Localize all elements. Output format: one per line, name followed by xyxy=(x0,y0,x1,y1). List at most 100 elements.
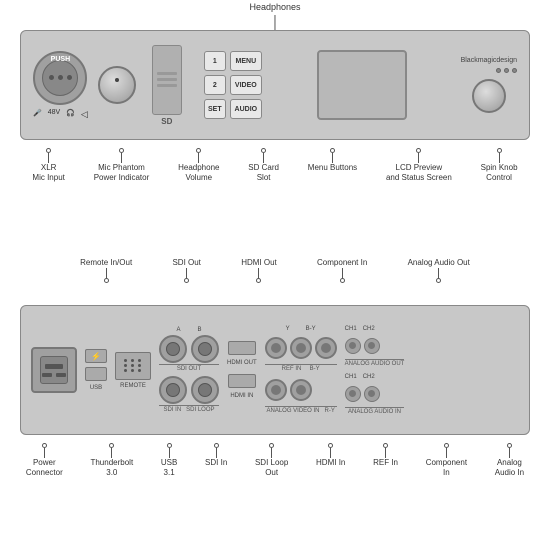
xlr-section: PUSH 🎤 48V 🎧 ◁ xyxy=(33,51,88,120)
label-spin-knob: Spin KnobControl xyxy=(481,148,518,184)
bmd-dots xyxy=(496,68,517,73)
thunderbolt-icon: ⚡ xyxy=(91,352,101,361)
sd-stripe xyxy=(157,78,177,81)
hdmi-in-port xyxy=(228,374,256,388)
xlr-inner xyxy=(42,60,78,96)
remote-label: REMOTE xyxy=(120,383,146,389)
ref-in-label: REF IN B-Y xyxy=(265,364,337,372)
middle-labels-row: Remote In/Out SDI Out HDMI Out Component… xyxy=(0,258,550,283)
sdi-out-label: SDI OUT xyxy=(159,364,219,372)
sdi-port-in xyxy=(159,376,187,404)
volume-knob-section xyxy=(98,66,136,104)
sd-stripe xyxy=(157,72,177,75)
ch2-in-label: CH2 xyxy=(363,374,375,380)
audio-in-ch1 xyxy=(345,386,361,402)
remote-dots xyxy=(124,359,143,372)
ch2-out-label: CH2 xyxy=(363,326,375,332)
usb-label: USB xyxy=(90,385,102,391)
component-y-port xyxy=(290,337,312,359)
thunderbolt-port: ⚡ xyxy=(85,349,107,363)
right-section: Blackmagicdesign xyxy=(461,57,517,113)
spin-knob[interactable] xyxy=(472,79,506,113)
mic-icon: 🎤 xyxy=(33,109,42,120)
label-thunderbolt: Thunderbolt3.0 xyxy=(90,443,133,479)
audio-out-ch2 xyxy=(364,338,380,354)
top-panel: PUSH 🎤 48V 🎧 ◁ xyxy=(20,30,530,140)
button-menu[interactable]: MENU xyxy=(230,51,262,71)
diagram-container: Headphones PUSH 🎤 48V 🎧 ◁ xyxy=(0,0,550,550)
sdi-out-row xyxy=(159,335,219,363)
label-component-in-b: ComponentIn xyxy=(426,443,467,479)
label-analog-audio-in: AnalogAudio In xyxy=(495,443,524,479)
button-row-3: SET AUDIO xyxy=(204,99,262,119)
button-video[interactable]: VIDEO xyxy=(230,75,262,95)
label-phantom: Mic PhantomPower Indicator xyxy=(94,148,150,184)
bmd-dot xyxy=(512,68,517,73)
label-analog-audio-out: Analog Audio Out xyxy=(408,258,470,283)
label-ref-in: REF In xyxy=(373,443,398,479)
sdi-a-label: A xyxy=(176,327,180,333)
audio-in-row xyxy=(345,386,405,402)
y-label: Y xyxy=(286,326,290,332)
ch1-in-label: CH1 xyxy=(345,374,357,380)
label-sdi-out: SDI Out xyxy=(172,258,200,283)
power-connector-section xyxy=(31,347,77,393)
xlr-connector: PUSH xyxy=(33,51,87,105)
remote-section: REMOTE xyxy=(115,352,151,389)
button-2[interactable]: 2 xyxy=(204,75,226,95)
volume-knob[interactable] xyxy=(98,66,136,104)
lcd-section xyxy=(278,50,447,120)
ref-in-port xyxy=(265,337,287,359)
xlr-pin xyxy=(67,75,72,80)
component-by-port xyxy=(315,337,337,359)
thunderbolt-usb-section: ⚡ USB xyxy=(85,349,107,391)
sdi-b-out xyxy=(191,335,219,363)
label-sd-card: SD CardSlot xyxy=(248,148,279,184)
bottom-panel: ⚡ USB REMOTE A B xyxy=(20,305,530,435)
power-inner xyxy=(40,356,68,384)
power-slot xyxy=(45,364,63,369)
xlr-labels: 🎤 48V 🎧 ◁ xyxy=(33,109,88,120)
bmd-dot xyxy=(504,68,509,73)
top-labels-row: XLRMic Input Mic PhantomPower Indicator … xyxy=(0,148,550,184)
sdi-in-row xyxy=(159,376,219,404)
component-bottom-row xyxy=(265,379,337,401)
component-top-row xyxy=(265,337,337,359)
lcd-screen xyxy=(317,50,407,120)
button-set[interactable]: SET xyxy=(204,99,226,119)
sd-card-slot[interactable] xyxy=(152,45,182,115)
sdi-port-loop xyxy=(191,376,219,404)
xlr-pins xyxy=(49,75,72,80)
xlr-pin xyxy=(58,75,63,80)
sdi-port-b-out xyxy=(191,335,219,363)
sd-label: SD xyxy=(161,117,172,126)
button-1[interactable]: 1 xyxy=(204,51,226,71)
label-xlr-mic: XLRMic Input xyxy=(32,148,64,184)
audio-out-row xyxy=(345,338,405,354)
bmd-dot xyxy=(496,68,501,73)
sdi-a-out xyxy=(159,335,187,363)
label-component-in: Component In xyxy=(317,258,367,283)
power-connector-port xyxy=(31,347,77,393)
label-power-connector: PowerConnector xyxy=(26,443,63,479)
label-usb: USB3.1 xyxy=(161,443,177,479)
volume-wedge: ◁ xyxy=(81,109,88,120)
label-lcd: LCD Previewand Status Screen xyxy=(386,148,452,184)
sd-slot-section: SD xyxy=(152,45,182,126)
analog-video-in-label: ANALOG VIDEO IN R-Y xyxy=(265,406,337,414)
sdi-ports-section: A B SDI OUT xyxy=(159,327,219,413)
button-row-2: 2 VIDEO xyxy=(204,75,262,95)
power-slot-sm xyxy=(42,373,52,377)
sdi-in-label: SDI IN SDI LOOP xyxy=(159,405,219,413)
analog-video-in-port xyxy=(265,379,287,401)
label-sdi-loop-out: SDI LoopOut xyxy=(255,443,288,479)
headphone-icon: 🎧 xyxy=(66,109,75,120)
label-hdmi-in: HDMI In xyxy=(316,443,345,479)
button-audio[interactable]: AUDIO xyxy=(230,99,262,119)
label-remote: Remote In/Out xyxy=(80,258,132,283)
audio-in-ch2 xyxy=(364,386,380,402)
label-menu-buttons: Menu Buttons xyxy=(308,148,357,184)
button-grid: 1 MENU 2 VIDEO SET AUDIO xyxy=(204,51,262,119)
remote-port xyxy=(115,352,151,380)
power-slot-sm xyxy=(56,373,66,377)
